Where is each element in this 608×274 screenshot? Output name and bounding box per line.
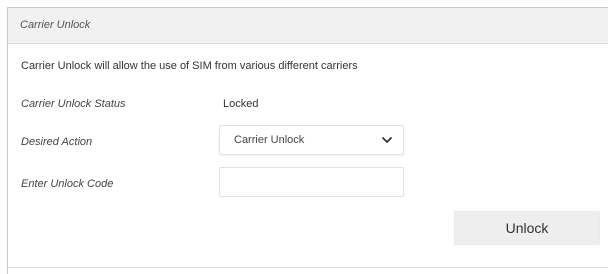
desired-action-label: Desired Action: [21, 136, 93, 148]
unlock-button[interactable]: Unlock: [454, 211, 600, 245]
unlock-code-label: Enter Unlock Code: [21, 178, 114, 190]
carrier-unlock-status-label: Carrier Unlock Status: [21, 98, 126, 110]
chevron-down-icon: [382, 137, 392, 143]
panel-description: Carrier Unlock will allow the use of SIM…: [21, 60, 358, 72]
desired-action-select[interactable]: Carrier Unlock: [219, 125, 404, 155]
desired-action-selected-value: Carrier Unlock: [234, 134, 305, 146]
unlock-code-input[interactable]: [219, 167, 404, 197]
panel-title: Carrier Unlock: [20, 19, 91, 31]
carrier-unlock-status-value: Locked: [223, 98, 259, 110]
panel-header: Carrier Unlock: [8, 8, 608, 44]
panel-bottom-divider: [8, 267, 608, 268]
carrier-unlock-panel: Carrier Unlock Carrier Unlock will allow…: [7, 7, 608, 274]
